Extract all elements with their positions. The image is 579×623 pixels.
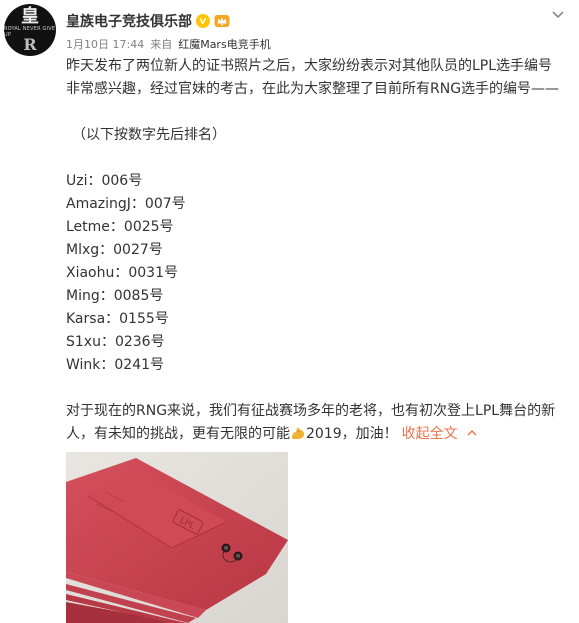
player-number-item: Mlxg：0027号 [66, 242, 163, 258]
post-body: 昨天发布了两位新人的证书照片之后，大家纷纷表示对其他队员的LPL选手编号非常感兴… [66, 55, 566, 446]
player-number-item: Letme：0025号 [66, 219, 174, 235]
post-source-prefix: 来自 [150, 38, 173, 51]
collapse-text-link[interactable]: 收起全文 [402, 426, 478, 442]
avatar-logo-glyph: 皇 [21, 6, 39, 27]
player-number-item: Ming：0085号 [66, 288, 164, 304]
player-number-item: Wink：0241号 [66, 357, 165, 373]
account-name[interactable]: 皇族电子竞技俱乐部 [66, 11, 192, 31]
player-number-item: Uzi：006号 [66, 173, 143, 189]
chevron-down-icon[interactable] [551, 10, 565, 20]
account-header: 皇族电子竞技俱乐部 [66, 11, 230, 31]
chevron-up-icon [467, 430, 477, 436]
player-number-item: Xiaohu：0031号 [66, 265, 178, 281]
avatar[interactable]: 皇 ROYAL NEVER GIVE UP R [4, 4, 56, 56]
collapse-label: 收起全文 [401, 426, 458, 442]
verified-badge-icon[interactable] [196, 14, 210, 28]
vip-crown-icon[interactable] [214, 14, 230, 28]
player-number-item: S1xu：0236号 [66, 334, 165, 350]
player-number-item: AmazingJ：007号 [66, 196, 186, 212]
flexed-biceps-emoji-icon [292, 427, 305, 439]
post-meta: 1月10日 17:44 来自 红魔Mars电竞手机 [66, 36, 271, 52]
post-closing: 对于现在的RNG来说，我们有征战赛场多年的老将，也有初次登上LPL舞台的新人，有… [66, 400, 566, 446]
post-intro: 昨天发布了两位新人的证书照片之后，大家纷纷表示对其他队员的LPL选手编号非常感兴… [66, 58, 560, 97]
player-number-item: Karsa：0155号 [66, 311, 169, 327]
post-closing-tail: 2019，加油！ [306, 426, 398, 442]
avatar-logo-mark: R [23, 35, 37, 54]
post-note: （以下按数字先后排名） [72, 127, 226, 143]
red-envelopes-photo: LPL [66, 452, 288, 623]
post-image[interactable]: LPL [66, 452, 288, 623]
post-time[interactable]: 1月10日 17:44 [66, 36, 144, 52]
post-source-link[interactable]: 红魔Mars电竞手机 [178, 36, 271, 52]
